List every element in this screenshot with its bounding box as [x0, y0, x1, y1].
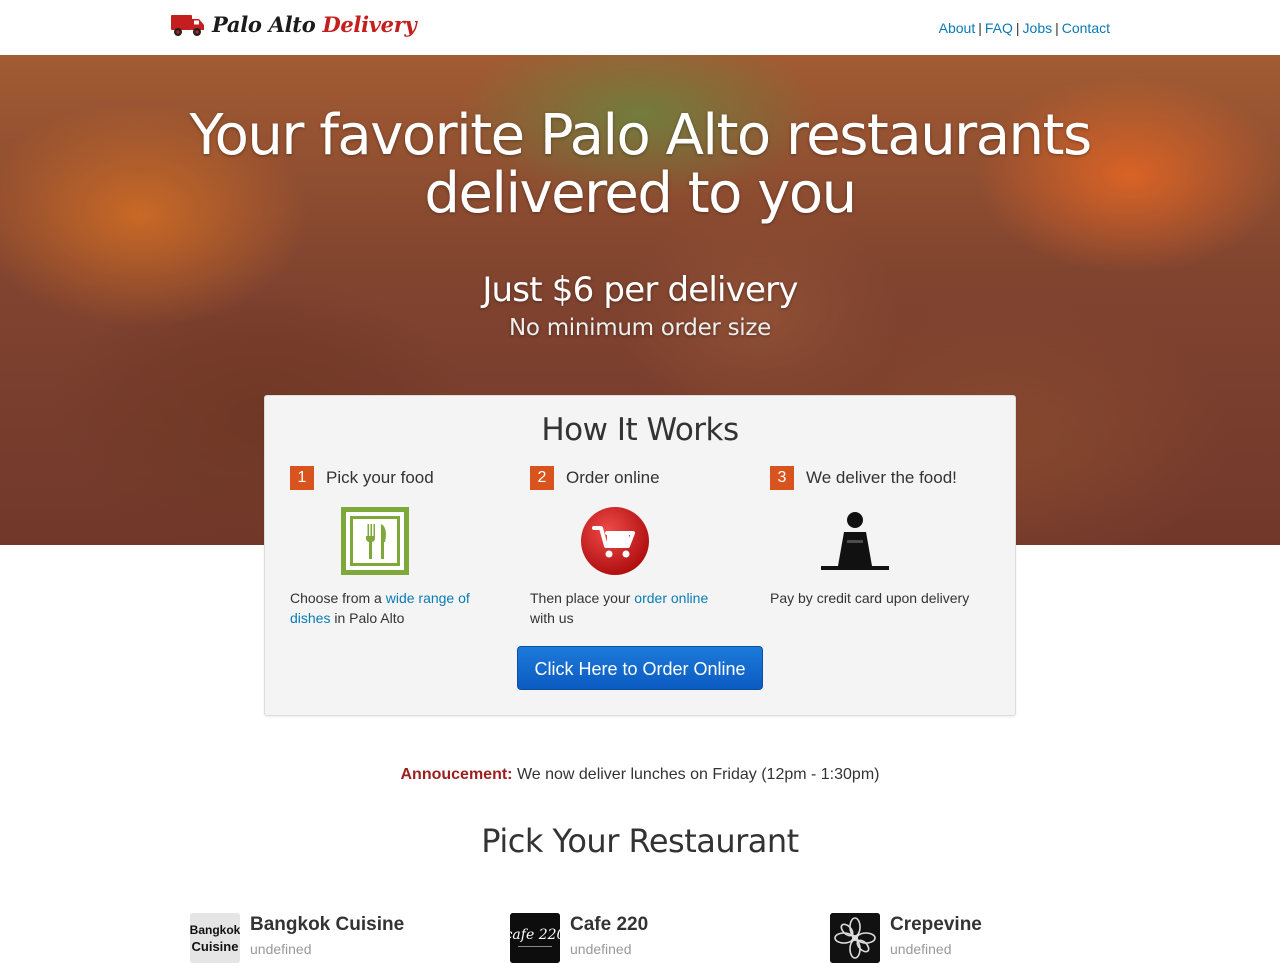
step-3: 3 We deliver the food! Pay by credit car… — [770, 466, 980, 606]
announcement-label: Annoucement: — [400, 766, 513, 783]
step-title: Order online — [566, 468, 660, 487]
nav-jobs-link[interactable]: Jobs — [1023, 20, 1053, 36]
restaurant-card-bangkok-cuisine[interactable]: Bangkok Cuisine Bangkok Cuisine undefine… — [190, 913, 490, 963]
nav-about-link[interactable]: About — [939, 20, 976, 36]
pick-restaurant-title: Pick Your Restaurant — [481, 822, 799, 860]
restaurant-name[interactable]: Cafe 220 — [570, 914, 648, 936]
restaurant-subtitle: undefined — [570, 941, 632, 957]
step-number: 1 — [290, 466, 314, 490]
top-bar: Palo Alto Delivery About | FAQ | Jobs | Contac… — [0, 0, 1280, 55]
step-desc-text: Pay by credit card upon delivery — [770, 590, 970, 606]
fork-knife-icon — [341, 507, 409, 575]
step-description: Then place your order online with us — [530, 588, 730, 628]
site-logo[interactable]: Palo Alto Delivery — [170, 9, 417, 39]
nav-faq-link[interactable]: FAQ — [985, 20, 1013, 36]
nav-contact-link[interactable]: Contact — [1062, 20, 1110, 36]
truck-icon — [171, 15, 204, 36]
restaurant-subtitle: undefined — [890, 941, 952, 957]
logo-text-accent: Delivery — [322, 11, 417, 37]
step-desc-text: Choose from a — [290, 590, 386, 606]
how-it-works-panel: How It Works 1 Pick your food Choose fro… — [264, 395, 1016, 716]
nav-separator: | — [978, 20, 982, 36]
hero-subtitle: No minimum order size — [509, 315, 771, 341]
restaurant-card-crepevine[interactable]: Crepevine undefined — [830, 913, 1130, 963]
step-description: Pay by credit card upon delivery — [770, 588, 970, 608]
bangkok-cuisine-logo-icon: Bangkok Cuisine — [190, 913, 240, 963]
restaurant-logo[interactable]: Bangkok Cuisine — [190, 913, 240, 963]
order-online-button[interactable]: Click Here to Order Online — [517, 646, 763, 690]
hero-title-line-2: delivered to you — [424, 161, 857, 226]
logo-text: Palo Alto Delivery — [212, 11, 417, 37]
step-number: 2 — [530, 466, 554, 490]
step-number: 3 — [770, 466, 794, 490]
restaurant-card-cafe-220[interactable]: cafe 220 Cafe 220 undefined — [510, 913, 810, 963]
logo-text-primary: Palo Alto — [212, 11, 316, 37]
cafe-220-logo-icon: cafe 220 — [510, 913, 560, 963]
step-desc-text: in Palo Alto — [330, 610, 405, 626]
shopping-cart-icon — [581, 507, 649, 575]
step-desc-text: Then place your — [530, 590, 635, 606]
hero-title: Your favorite Palo Alto restaurants deli… — [0, 107, 1280, 223]
step-desc-text: with us — [530, 610, 574, 626]
step-title: Pick your food — [326, 468, 434, 487]
person-icon — [821, 512, 889, 570]
restaurant-logo[interactable] — [830, 913, 880, 963]
hero-title-line-1: Your favorite Palo Alto restaurants — [189, 103, 1092, 168]
announcement-text: We now deliver lunches on Friday (12pm -… — [512, 766, 880, 783]
flower-icon — [830, 913, 880, 963]
logo-text-line-2: Cuisine — [192, 939, 239, 954]
logo-text: cafe 220 — [510, 927, 560, 943]
announcement: Annoucement: We now deliver lunches on F… — [0, 766, 1280, 784]
step-description: Choose from a wide range of dishes in Pa… — [290, 588, 490, 628]
restaurant-name[interactable]: Bangkok Cuisine — [250, 914, 404, 936]
step-1: 1 Pick your food Choose from a wide rang… — [290, 466, 500, 626]
how-it-works-title: How It Works — [541, 412, 739, 448]
nav-separator: | — [1055, 20, 1059, 36]
nav-separator: | — [1015, 20, 1020, 36]
restaurant-subtitle: undefined — [250, 941, 312, 957]
hero-price: Just $6 per delivery — [482, 270, 798, 310]
restaurant-name[interactable]: Crepevine — [890, 914, 982, 936]
step-title: We deliver the food! — [806, 468, 957, 487]
restaurant-logo[interactable]: cafe 220 — [510, 913, 560, 963]
top-nav: About | FAQ | Jobs | Contact — [939, 20, 1110, 36]
order-online-link[interactable]: order online — [634, 590, 708, 606]
logo-text-line-1: Bangkok — [190, 923, 240, 937]
step-2: 2 Order online Then place your order onl… — [530, 466, 740, 626]
